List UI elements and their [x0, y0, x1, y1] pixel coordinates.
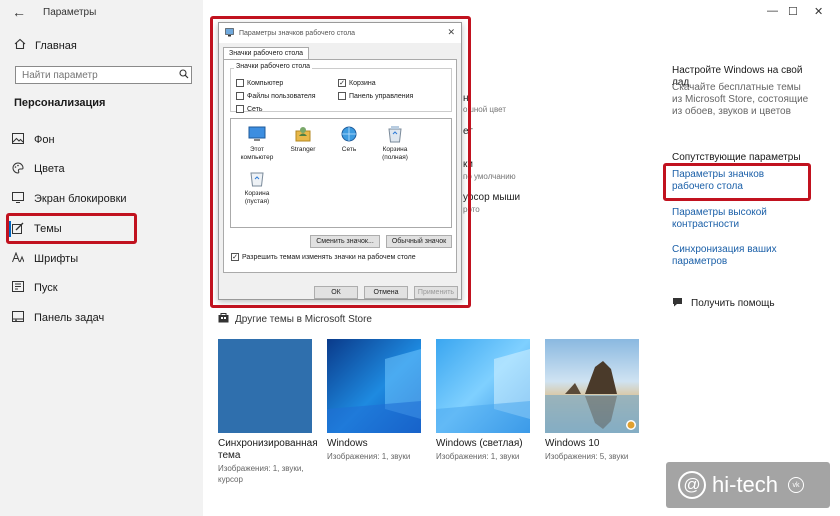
section-title: Персонализация — [14, 97, 106, 109]
sidebar-item-label: Пуск — [34, 282, 58, 294]
sidebar-home-label: Главная — [35, 39, 77, 52]
theme-meta: Изображения: 1, звуки, курсор — [218, 464, 304, 484]
close-button[interactable]: ✕ — [814, 5, 823, 18]
link-highlight-box — [663, 163, 811, 201]
theme-card-windows[interactable]: Windows Изображения: 1, звуки — [327, 339, 421, 462]
sidebar-item-label: Фон — [34, 134, 55, 146]
theme-thumbnail — [545, 339, 639, 433]
minimize-button[interactable]: — — [767, 5, 778, 17]
theme-card-windows-10[interactable]: Windows 10 Изображения: 5, звуки — [545, 339, 639, 462]
theme-name: Windows (светлая) — [436, 438, 523, 449]
theme-name: Windows — [327, 438, 368, 449]
sidebar-item-taskbar[interactable]: Панель задач — [12, 308, 104, 328]
theme-card-synced[interactable]: Синхронизированная тема Изображения: 1, … — [218, 339, 318, 485]
picture-icon — [12, 133, 24, 147]
theme-meta: Изображения: 1, звуки — [327, 452, 411, 461]
sidebar-item-label: Панель задач — [34, 312, 105, 324]
theme-thumbnail — [218, 339, 312, 433]
theme-meta: Изображения: 1, звуки — [436, 452, 520, 461]
bg-text-fragment: урсор мыши — [463, 192, 521, 203]
home-icon — [14, 38, 26, 53]
vk-badge-icon: vk — [788, 477, 805, 493]
watermark-text: hi-tech — [712, 472, 779, 497]
sidebar-item-fonts[interactable]: Шрифты — [12, 249, 78, 269]
maximize-button[interactable]: ☐ — [788, 5, 798, 18]
store-themes-link[interactable]: Другие темы в Microsoft Store — [218, 312, 372, 326]
sidebar: ← Параметры Главная Персонализация Фон Ц… — [0, 0, 203, 516]
search-input[interactable] — [15, 66, 192, 84]
link-high-contrast[interactable]: Параметры высокой контрастности — [672, 207, 782, 231]
sidebar-item-colors[interactable]: Цвета — [12, 159, 65, 179]
sidebar-item-label: Экран блокировки — [34, 193, 127, 205]
get-help-label: Получить помощь — [691, 298, 775, 309]
sidebar-item-start[interactable]: Пуск — [12, 278, 58, 298]
sidebar-item-background[interactable]: Фон — [12, 130, 55, 150]
palette-icon — [12, 161, 24, 177]
link-sync-settings[interactable]: Синхронизация ваших параметров — [672, 244, 782, 268]
sidebar-item-lock-screen[interactable]: Экран блокировки — [12, 189, 127, 209]
store-link-label: Другие темы в Microsoft Store — [235, 313, 372, 325]
font-icon — [12, 251, 25, 266]
at-sign-icon: @ — [678, 471, 706, 499]
monitor-icon — [12, 192, 24, 206]
themes-highlight-box — [6, 213, 137, 244]
theme-card-windows-light[interactable]: Windows (светлая) Изображения: 1, звуки — [436, 339, 530, 462]
dialog-highlight-box — [210, 16, 471, 308]
sidebar-item-label: Шрифты — [34, 253, 79, 265]
search-icon[interactable] — [179, 69, 189, 82]
get-help-link[interactable]: Получить помощь — [672, 297, 775, 311]
app-title: Параметры — [43, 7, 97, 18]
back-arrow-icon[interactable]: ← — [12, 4, 26, 20]
sidebar-item-label: Цвета — [34, 163, 65, 175]
taskbar-icon — [12, 311, 24, 325]
start-icon — [12, 281, 24, 295]
help-chat-icon — [672, 297, 683, 311]
theme-name: Windows 10 — [545, 438, 600, 449]
theme-thumbnail — [436, 339, 530, 433]
theme-name: Синхронизированная тема — [218, 438, 318, 461]
sidebar-item-home[interactable]: Главная — [14, 38, 77, 53]
theme-meta: Изображения: 5, звуки — [545, 452, 629, 461]
theme-thumbnail — [327, 339, 421, 433]
store-icon — [218, 312, 229, 326]
customize-description: Скачайте бесплатные темы из Microsoft St… — [672, 82, 809, 117]
hi-tech-watermark: @ hi-tech vk — [666, 462, 830, 508]
